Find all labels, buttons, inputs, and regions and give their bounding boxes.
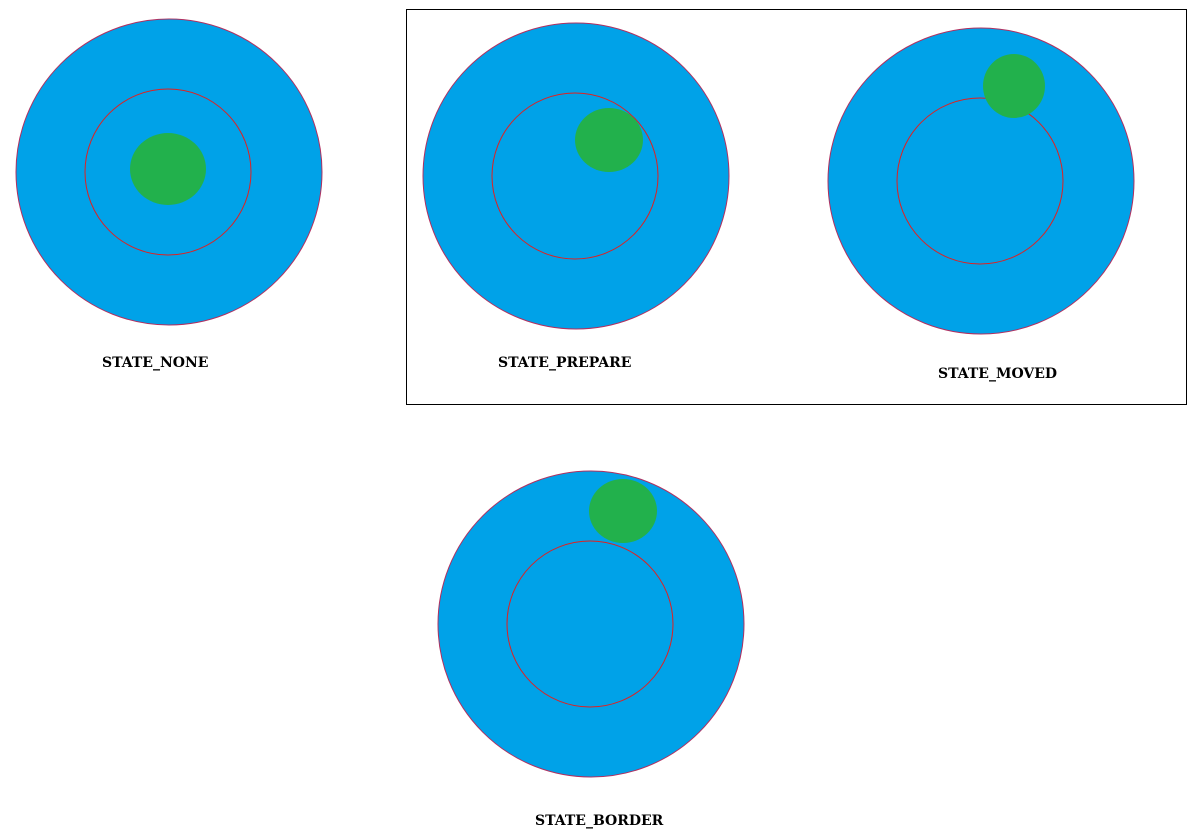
state-border-joystick [437,470,745,778]
state-border-label: STATE_BORDER [535,813,664,829]
outer-circle [422,22,730,330]
state-prepare-joystick [422,22,730,330]
knob [589,479,657,543]
state-moved-label: STATE_MOVED [938,366,1058,382]
knob [983,54,1045,118]
state-none-joystick [15,18,323,326]
knob [130,133,206,205]
state-prepare-label: STATE_PREPARE [498,355,632,371]
knob [575,108,643,172]
joystick-state-diagram [15,9,1187,778]
state-moved-joystick [827,27,1135,335]
state-none-label: STATE_NONE [102,355,209,371]
outer-circle [827,27,1135,335]
